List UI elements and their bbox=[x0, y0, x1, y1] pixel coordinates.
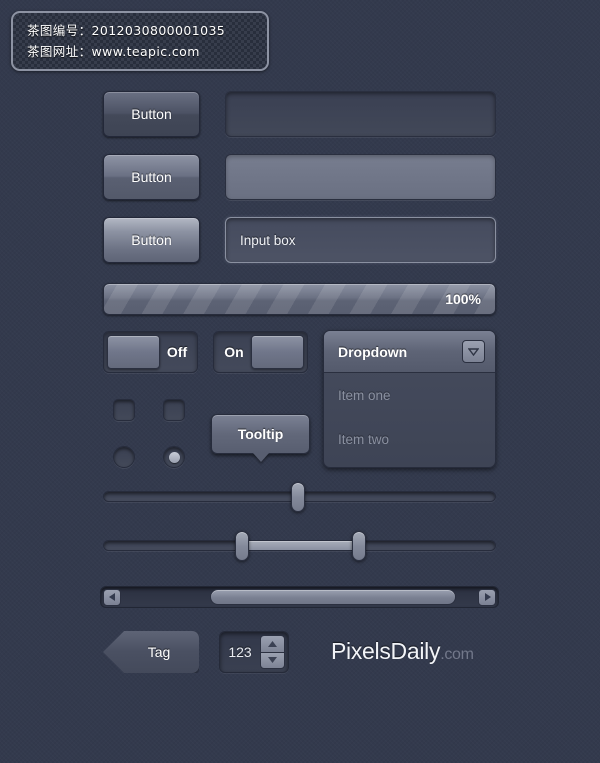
input-filled[interactable] bbox=[225, 154, 496, 200]
tooltip-tail-icon bbox=[252, 453, 269, 462]
progress-label: 100% bbox=[445, 291, 481, 307]
toggle-off[interactable]: Off bbox=[103, 331, 198, 373]
toggle-on-label: On bbox=[224, 344, 244, 360]
input-empty[interactable] bbox=[225, 91, 496, 137]
input-text[interactable]: Input box bbox=[225, 217, 496, 263]
dropdown[interactable]: Dropdown Item one Item two bbox=[323, 330, 496, 468]
stepper-buttons bbox=[260, 635, 285, 669]
scrollbar-thumb[interactable] bbox=[210, 589, 456, 605]
watermark-line-id: 茶图编号：2012030800001035 bbox=[27, 23, 226, 38]
toggle-on[interactable]: On bbox=[213, 331, 308, 373]
watermark-badge: 茶图编号：2012030800001035 茶图网址：www.teapic.co… bbox=[11, 11, 269, 71]
stepper-decrement-button[interactable] bbox=[260, 651, 285, 669]
arrow-left-icon[interactable] bbox=[103, 588, 121, 606]
number-stepper[interactable]: 123 bbox=[219, 631, 289, 673]
brand-logo: PixelsDaily.com bbox=[331, 638, 474, 665]
chevron-down-icon[interactable] bbox=[462, 340, 485, 363]
progress-bar: 100% bbox=[103, 283, 496, 315]
button-hover[interactable]: Button bbox=[103, 154, 200, 200]
checkbox-two[interactable] bbox=[163, 399, 185, 421]
stepper-value[interactable]: 123 bbox=[220, 632, 260, 672]
slider-range-handle-left[interactable] bbox=[235, 531, 249, 561]
toggle-off-knob[interactable] bbox=[107, 335, 160, 369]
slider-range-fill bbox=[242, 541, 359, 550]
button-normal[interactable]: Button bbox=[103, 91, 200, 137]
button-active[interactable]: Button bbox=[103, 217, 200, 263]
dropdown-title: Dropdown bbox=[338, 343, 408, 360]
dropdown-header[interactable]: Dropdown bbox=[324, 331, 495, 373]
slider-range-handle-right[interactable] bbox=[352, 531, 366, 561]
scrollbar-horizontal[interactable] bbox=[100, 586, 499, 608]
dropdown-item-two[interactable]: Item two bbox=[324, 417, 495, 461]
tooltip: Tooltip bbox=[211, 414, 310, 462]
radio-selected[interactable] bbox=[163, 446, 185, 468]
watermark-line-url: 茶图网址：www.teapic.com bbox=[27, 44, 200, 59]
toggle-on-knob[interactable] bbox=[251, 335, 304, 369]
arrow-right-icon[interactable] bbox=[478, 588, 496, 606]
radio-selected-dot bbox=[168, 451, 180, 463]
radio-unselected[interactable] bbox=[113, 446, 135, 468]
slider-single-handle[interactable] bbox=[291, 482, 305, 512]
toggle-off-label: Off bbox=[166, 344, 188, 360]
tag-chip[interactable]: Tag bbox=[103, 631, 199, 673]
stepper-increment-button[interactable] bbox=[260, 635, 285, 652]
checkbox-one[interactable] bbox=[113, 399, 135, 421]
brand-name: PixelsDaily bbox=[331, 638, 441, 664]
dropdown-item-one[interactable]: Item one bbox=[324, 373, 495, 417]
tooltip-label: Tooltip bbox=[237, 426, 284, 442]
brand-tld: .com bbox=[440, 646, 474, 663]
